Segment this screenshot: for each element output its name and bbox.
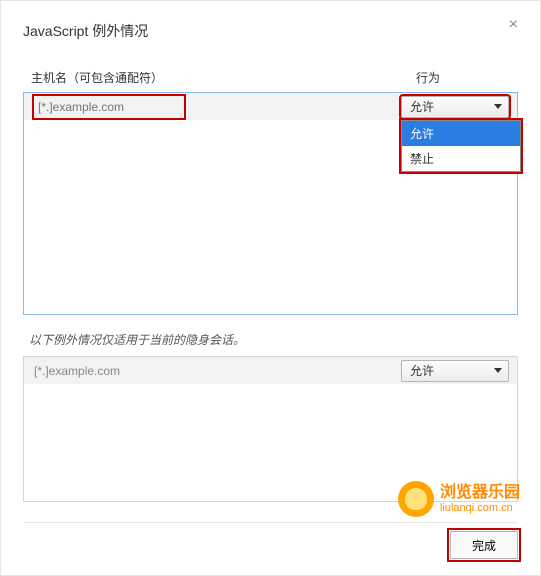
incognito-behavior-select[interactable]: 允许 [401, 360, 509, 382]
column-hostname: 主机名（可包含通配符） [31, 69, 416, 86]
table-row: [*.]example.com 允许 [24, 357, 517, 385]
behavior-value: 允许 [410, 98, 434, 115]
dropdown-option-allow[interactable]: 允许 [402, 121, 520, 146]
hostname-placeholder[interactable]: [*.]example.com [34, 364, 120, 378]
table-row: 允许 允许 禁止 [24, 93, 517, 121]
watermark-cn: 浏览器乐园 [440, 484, 520, 502]
behavior-dropdown: 允许 禁止 [401, 120, 521, 172]
duck-icon [398, 481, 434, 517]
exceptions-table: 允许 允许 禁止 [23, 92, 518, 315]
dialog-footer: 完成 [23, 522, 518, 559]
host-cell [24, 96, 401, 118]
behavior-select[interactable]: 允许 [401, 96, 509, 118]
host-cell: [*.]example.com [24, 364, 401, 378]
chevron-down-icon [494, 368, 502, 373]
watermark-en: liulanqi.com.cn [440, 502, 520, 514]
behavior-value: 允许 [410, 362, 434, 379]
hostname-input[interactable] [34, 96, 184, 118]
watermark: 浏览器乐园 liulanqi.com.cn [398, 481, 520, 517]
incognito-note: 以下例外情况仅适用于当前的隐身会话。 [29, 331, 518, 348]
chevron-down-icon [494, 104, 502, 109]
dropdown-option-block[interactable]: 禁止 [402, 146, 520, 171]
done-button[interactable]: 完成 [450, 531, 518, 559]
dialog-title: JavaScript 例外情况 [23, 21, 148, 41]
close-icon[interactable]: × [509, 17, 518, 33]
column-behavior: 行为 [416, 69, 440, 86]
